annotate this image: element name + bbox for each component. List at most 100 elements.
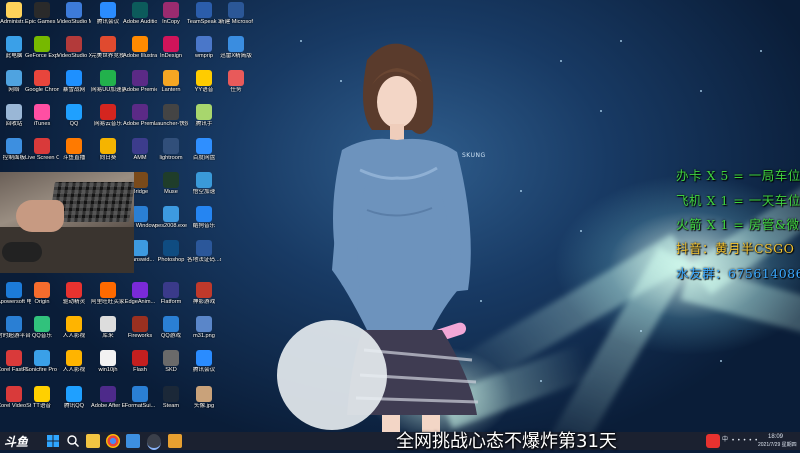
desktop-icon-label: Origin — [34, 299, 50, 305]
desktop-icon[interactable]: 暴雪战网 — [57, 70, 91, 93]
light-sparkle — [600, 110, 602, 112]
desktop-icon[interactable]: 人人影视 — [57, 316, 91, 339]
app-icon — [132, 2, 148, 18]
app-icon — [34, 386, 50, 402]
desktop-icon-label: QQ游戏 — [161, 333, 181, 339]
overlay-text-line: 水友群：675614086 — [676, 266, 800, 281]
desktop-icon[interactable]: pes2008.exe — [154, 206, 188, 229]
desktop-icon[interactable]: GeForce Experience — [25, 36, 59, 59]
desktop-icon[interactable]: 网易云音乐 — [91, 104, 125, 127]
app-icon — [163, 282, 179, 298]
desktop-icon[interactable]: 人人影视 — [57, 350, 91, 373]
desktop-icon[interactable]: 各地法证码...docx — [187, 240, 221, 263]
desktop-icon[interactable]: YY语音 — [187, 70, 221, 93]
app-icon — [132, 172, 148, 188]
desktop-icon-label: Flash — [133, 367, 147, 373]
desktop-icon[interactable]: 阿里旺旺买家版 — [91, 282, 125, 305]
desktop-icon[interactable]: 神影游戏 — [187, 282, 221, 305]
desktop-icon[interactable]: Adobe Premie... — [123, 70, 157, 93]
desktop-icon[interactable]: 腾讯手 — [187, 104, 221, 127]
clock-time[interactable]: 18:09 — [768, 434, 783, 440]
app-icon — [66, 282, 82, 298]
desktop-icon[interactable]: Flatform — [154, 282, 188, 305]
clock-date[interactable]: 2021/7/29 星期四 — [758, 442, 797, 448]
desktop-icon[interactable]: win10jh — [91, 350, 125, 373]
desktop-icon[interactable]: Flash — [123, 350, 157, 373]
app-icon — [196, 2, 212, 18]
desktop-icon[interactable]: Google Chrome — [25, 70, 59, 93]
desktop-icon[interactable]: Lantern — [154, 70, 188, 93]
light-sparkle — [700, 90, 702, 92]
chrome-icon[interactable] — [106, 434, 120, 448]
desktop-icon[interactable]: m31.png — [187, 316, 221, 339]
desktop-icon[interactable]: SKD — [154, 350, 188, 373]
file-explorer-icon[interactable] — [86, 434, 100, 448]
desktop-icon[interactable]: Fireworks — [123, 316, 157, 339]
windows-start-icon[interactable] — [46, 434, 60, 448]
desktop-icon[interactable]: 迅雷X精简版 — [219, 36, 253, 59]
desktop-icon-label: 人人影视 — [62, 333, 86, 339]
overlay-text-line: 火箭 X 1 = 房管&微信 — [676, 217, 800, 232]
desktop-icon[interactable]: Live Screen Capture — [25, 138, 59, 161]
desktop-icon[interactable]: 网易UU加速器 — [91, 70, 125, 93]
desktop-icon-label: AMM — [133, 155, 147, 161]
app-icon — [163, 172, 179, 188]
search-icon[interactable] — [66, 434, 80, 448]
desktop-icon-label: YY语音 — [194, 87, 214, 93]
desktop-icon[interactable]: 驱动精灵 — [57, 282, 91, 305]
desktop-icon[interactable]: Muse — [154, 172, 188, 195]
desktop-icon[interactable]: Adobe Audition CC — [123, 2, 157, 25]
desktop-icon[interactable]: QQ — [57, 104, 91, 127]
desktop-icon[interactable]: Sonicfire Pro 6.0 — [25, 350, 59, 373]
desktop-icon[interactable]: lightroom — [154, 138, 188, 161]
desktop-icon[interactable]: Origin — [25, 282, 59, 305]
desktop-icon[interactable]: 百度网盘 — [187, 138, 221, 161]
desktop-icon[interactable]: TT语音 — [25, 386, 59, 409]
desktop-icon[interactable]: wmprip — [187, 36, 221, 59]
desktop-icon[interactable]: 库米 — [91, 316, 125, 339]
desktop-icon[interactable]: QQ游戏 — [154, 316, 188, 339]
desktop-icon[interactable]: 悟空加速 — [187, 172, 221, 195]
douyu-logo[interactable]: 斗鱼 — [4, 433, 28, 450]
window-app-icon[interactable] — [126, 434, 140, 448]
desktop-icon-label: win10jh — [98, 367, 118, 373]
desktop-icon[interactable]: Adobe Premie... — [123, 104, 157, 127]
desktop-icon[interactable]: VideoStudio X10 Transl... — [57, 36, 91, 59]
desktop-icon[interactable]: 向日葵 — [91, 138, 125, 161]
desktop-icon[interactable]: 腾讯会议 — [187, 350, 221, 373]
desktop-icon-label: m31.png — [193, 333, 215, 339]
app-icon — [163, 386, 179, 402]
desktop-icon[interactable]: Adobe After Effects CC — [91, 386, 125, 409]
desktop-icon[interactable]: VideoStudio MyDVD — [57, 2, 91, 25]
desktop-icon[interactable]: 腾讯QQ — [57, 386, 91, 409]
desktop-icon[interactable]: Adobe Illustrat... — [123, 36, 157, 59]
desktop-icon[interactable]: 任务 — [219, 70, 253, 93]
desktop-icon[interactable]: 完美世界竞技平台 — [91, 36, 125, 59]
desktop-icon[interactable]: TeamSpeak 3 — [187, 2, 221, 25]
desktop-icon[interactable]: 酷狗音乐 — [187, 206, 221, 229]
obs-icon[interactable] — [147, 434, 161, 450]
desktop-icon[interactable]: InCopy — [154, 2, 188, 25]
desktop-icon[interactable]: InDesign — [154, 36, 188, 59]
desktop-icon[interactable]: Photoshop — [154, 240, 188, 263]
desktop-icon[interactable]: EdgeAnim... — [123, 282, 157, 305]
tray-icons[interactable]: • • • • • — [732, 438, 758, 444]
desktop-icon[interactable]: 斗鱼直播 — [57, 138, 91, 161]
desktop-icon[interactable]: 新建 Microsoft ... — [219, 2, 253, 25]
taskbar-app-icon[interactable] — [168, 434, 182, 448]
ime-indicator[interactable]: 中 — [722, 437, 728, 443]
desktop-icon[interactable]: QQ音乐 — [25, 316, 59, 339]
app-icon — [196, 138, 212, 154]
desktop-icon[interactable]: FormatSui... — [123, 386, 157, 409]
webcam-overlay — [0, 172, 134, 273]
desktop-icon[interactable]: Steam — [154, 386, 188, 409]
desktop-icon[interactable]: iTunes — [25, 104, 59, 127]
desktop-icon[interactable]: AMM — [123, 138, 157, 161]
desktop-icon[interactable]: Epic Games Launcher — [25, 2, 59, 25]
app-icon — [66, 70, 82, 86]
desktop-icon[interactable]: Launcher-快捷方式 — [154, 104, 188, 127]
sogou-input-badge[interactable] — [706, 434, 720, 448]
desktop-icon-label: Google Chrome — [25, 87, 59, 93]
desktop-icon[interactable]: 头像.jpg — [187, 386, 221, 409]
desktop-icon[interactable]: 腾讯会议 — [91, 2, 125, 25]
